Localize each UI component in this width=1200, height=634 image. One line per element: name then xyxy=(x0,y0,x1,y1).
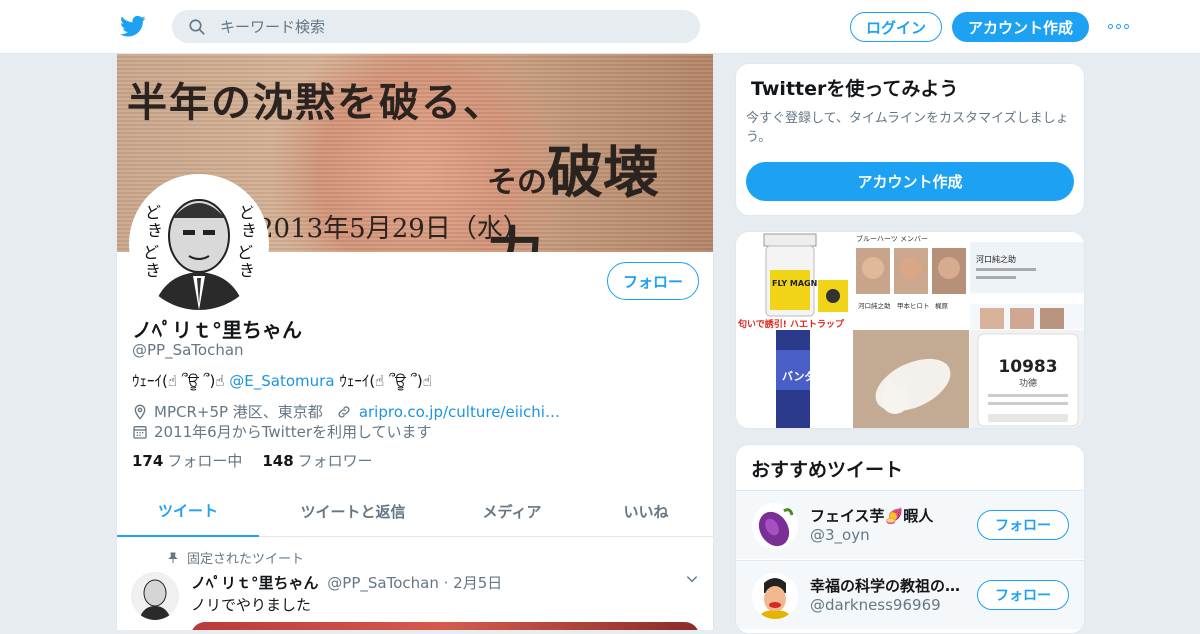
media-thumb-spray[interactable]: バンダ xyxy=(736,330,852,428)
tweet-avatar[interactable] xyxy=(131,572,179,620)
profile-joined: 2011年6月からTwitterを利用しています xyxy=(154,423,432,441)
tweet-date[interactable]: · 2月5日 xyxy=(444,574,503,592)
following-stat[interactable]: 174 フォロー中 xyxy=(132,450,242,471)
svg-text:き: き xyxy=(239,261,255,280)
recommended-user-handle[interactable]: @3_oyn xyxy=(810,526,870,544)
tab-media[interactable]: メディア xyxy=(447,486,577,537)
profile-tabs: ツイート ツイートと返信 メディア いいね xyxy=(117,486,713,537)
recommended-user-avatar[interactable] xyxy=(752,503,798,549)
tweet-media[interactable] xyxy=(191,622,699,630)
recommended-user-row[interactable]: フェイス芋🍠暇人 @3_oyn フォロー xyxy=(736,490,1084,559)
profile-name: ノﾍﾟリｔ°里ちゃん xyxy=(132,318,302,342)
recommended-user-row[interactable]: 幸福の科学の教祖の… @darkness96969 フォロー xyxy=(736,560,1084,629)
media-thumb-members[interactable]: ブルーハーツ メンバー 河口純之助 甲本ヒロト 梶原 xyxy=(853,232,969,329)
svg-text:功德: 功德 xyxy=(1019,377,1037,389)
media-thumb-fly-trap[interactable]: FLY MAGNET 匂いで誘引! ハエトラップ xyxy=(736,232,852,330)
tab-tweets[interactable]: ツイート xyxy=(117,486,259,537)
more-options-icon[interactable] xyxy=(1108,24,1129,29)
recommended-tweets-card: おすすめツイート フェイス芋🍠暇人 @3_oyn フォロー 幸福の科学の教祖の…… xyxy=(735,444,1085,634)
svg-text:き: き xyxy=(147,221,163,240)
search-box[interactable] xyxy=(172,10,700,43)
profile-handle[interactable]: @PP_SaTochan xyxy=(132,341,244,359)
svg-text:ど: ど xyxy=(145,203,161,222)
search-icon xyxy=(189,18,205,35)
follow-button[interactable]: フォロー xyxy=(607,262,699,300)
svg-text:10983: 10983 xyxy=(998,357,1057,377)
chevron-down-icon[interactable] xyxy=(685,572,699,586)
location-pin-icon xyxy=(134,404,146,420)
create-account-button[interactable]: アカウント作成 xyxy=(746,162,1074,201)
media-gallery: FLY MAGNET 匂いで誘引! ハエトラップ ブルーハーツ メンバー 河口純… xyxy=(735,231,1085,429)
tweet-author-handle[interactable]: @PP_SaTochan xyxy=(327,574,439,592)
follow-button[interactable]: フォロー xyxy=(977,510,1069,540)
signup-button[interactable]: アカウント作成 xyxy=(952,12,1089,42)
followers-stat[interactable]: 148 フォロワー xyxy=(262,450,372,471)
header-headline: 半年の沈黙を破る、 xyxy=(127,79,505,126)
profile-avatar[interactable]: ど き ど き ど き ど き xyxy=(129,174,269,314)
svg-text:ど: ど xyxy=(237,243,253,262)
svg-text:き: き xyxy=(145,261,161,280)
svg-text:ブルーハーツ メンバー: ブルーハーツ メンバー xyxy=(856,234,928,243)
pinned-indicator: 固定されたツイート xyxy=(167,548,304,567)
media-thumb-app-screenshot[interactable]: 河口純之助 xyxy=(970,232,1084,329)
bio-mention-link[interactable]: @E_Satomura xyxy=(229,372,334,390)
svg-text:き: き xyxy=(241,221,257,240)
signup-card-title: Twitterを使ってみよう xyxy=(751,78,959,100)
svg-text:梶原: 梶原 xyxy=(935,301,949,310)
signup-card-description: 今すぐ登録して、タイムラインをカスタマイズしましょう。 xyxy=(746,111,1069,145)
calendar-icon xyxy=(133,425,147,439)
tweet-text: ノリでやりました xyxy=(191,596,312,614)
recommended-user-name[interactable]: 幸福の科学の教祖の… xyxy=(810,575,970,596)
svg-text:バンダ: バンダ xyxy=(782,369,816,383)
tab-likes[interactable]: いいね xyxy=(577,486,713,537)
recommended-user-name[interactable]: フェイス芋🍠暇人 xyxy=(810,505,970,526)
recommended-user-handle[interactable]: @darkness96969 xyxy=(810,596,941,614)
recommended-user-avatar[interactable] xyxy=(752,573,798,619)
media-thumb-cat[interactable] xyxy=(853,330,969,428)
svg-text:甲本ヒロト: 甲本ヒロト xyxy=(897,301,930,310)
svg-text:河口純之助: 河口純之助 xyxy=(858,301,891,310)
search-input[interactable] xyxy=(220,17,660,36)
profile-bio: ｳｪｰｲ(☝ ՞ਊ ՞)☝ @E_Satomura ｳｪｰｲ(☝ ՞ਊ ՞)☝ xyxy=(132,372,432,390)
profile-stats: 174 フォロー中 148 フォロワー xyxy=(132,450,373,471)
profile-column: 半年の沈黙を破る、 その破壊力。 2013年5月29日（水） ど き ど き ど… xyxy=(116,54,714,630)
tweet-author-name[interactable]: ノﾍﾟリｔ°里ちゃん xyxy=(191,574,319,592)
pin-icon xyxy=(168,552,178,563)
recommended-title: おすすめツイート xyxy=(751,459,904,481)
svg-text:匂いで誘引! ハエトラップ: 匂いで誘引! ハエトラップ xyxy=(737,318,845,329)
tab-tweets-and-replies[interactable]: ツイートと返信 xyxy=(259,486,447,537)
signup-card: Twitterを使ってみよう 今すぐ登録して、タイムラインをカスタマイズしましょ… xyxy=(735,63,1085,216)
profile-website-link[interactable]: aripro.co.jp/culture/eiichi… xyxy=(359,403,560,421)
login-button[interactable]: ログイン xyxy=(850,12,942,42)
header-date: 2013年5月29日（水） xyxy=(257,214,529,244)
follow-button[interactable]: フォロー xyxy=(977,580,1069,610)
svg-text:ど: ど xyxy=(239,203,255,222)
twitter-bird-icon[interactable] xyxy=(120,13,146,39)
profile-joined-row: 2011年6月からTwitterを利用しています xyxy=(132,421,432,442)
profile-location: MPCR+5P 港区、東京都 xyxy=(154,403,323,421)
top-navigation-bar: ログイン アカウント作成 xyxy=(0,0,1200,54)
tweet-header: ノﾍﾟリｔ°里ちゃん @PP_SaTochan · 2月5日 xyxy=(191,572,502,593)
svg-text:ど: ど xyxy=(143,243,159,262)
svg-text:河口純之助: 河口純之助 xyxy=(976,254,1016,264)
link-icon xyxy=(338,405,350,418)
profile-meta-row: MPCR+5P 港区、東京都 aripro.co.jp/culture/eiic… xyxy=(132,401,560,422)
media-thumb-counter[interactable]: 10983 功德 xyxy=(970,330,1084,428)
